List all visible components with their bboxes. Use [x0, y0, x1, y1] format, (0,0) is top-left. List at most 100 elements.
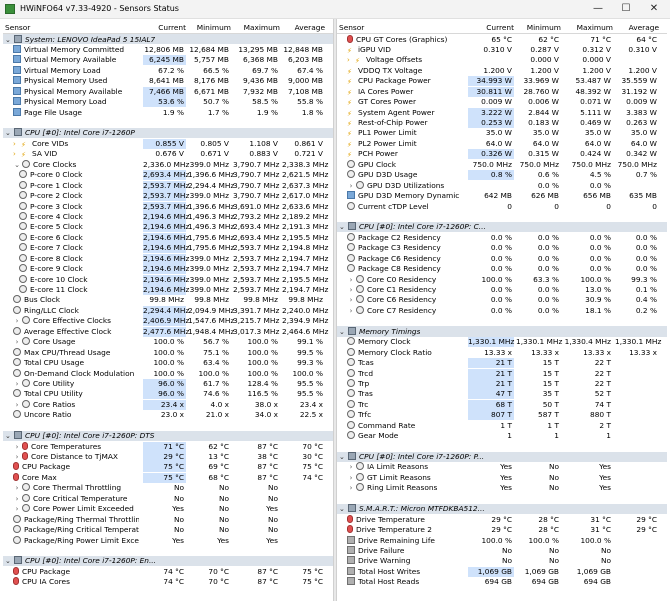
sensor-row[interactable]: P-core 0 Clock 2,693.4 MHz 1,396.6 MHz 3,79…	[3, 170, 333, 181]
header-sensor[interactable]: Sensor	[339, 23, 364, 32]
sensor-row[interactable]: › Core C7 Residency 0.0 % 0.0 % 18.1 % 0.2 %	[337, 305, 667, 315]
sensor-row[interactable]: Tras 47 T 35 T 52 T	[337, 389, 667, 400]
expand-chevron-icon[interactable]: ›	[13, 495, 21, 503]
sensor-row[interactable]: Drive Temperature 2 29 °C 28 °C 31 °C 29 °C	[337, 525, 667, 535]
sensor-row[interactable]: PCH Power 0.326 W 0.315 W 0.424 W 0.342 W	[337, 149, 667, 160]
sensor-row[interactable]: Page File Usage 1.9 % 1.7 % 1.9 % 1.8 %	[3, 107, 333, 117]
header-average[interactable]: Average	[282, 23, 325, 32]
sensor-row[interactable]: Package C8 Residency 0.0 % 0.0 % 0.0 % 0.0 %	[337, 264, 667, 274]
sensor-row[interactable]: › Core Critical Temperature No No No	[3, 493, 333, 503]
sensor-pane-right[interactable]: Sensor Current Minimum Maximum Average C…	[337, 21, 667, 599]
collapse-chevron-icon[interactable]: ⌄	[5, 557, 14, 565]
sensor-row[interactable]: CPU IA Cores 74 °C 70 °C 87 °C 75 °C	[3, 577, 333, 587]
header-sensor[interactable]: Sensor	[5, 23, 30, 32]
sensor-row[interactable]: Drive Failure No No No	[337, 545, 667, 555]
sensor-row[interactable]: Drive Remaining Life 100.0 % 100.0 % 100.0 …	[337, 535, 667, 545]
sensor-row[interactable]: GT Cores Power 0.009 W 0.006 W 0.071 W 0.009…	[337, 97, 667, 107]
sensor-row[interactable]: Command Rate 1 T 1 T 2 T	[337, 420, 667, 430]
sensor-row[interactable]: P-core 3 Clock 2,593.7 MHz 1,396.6 MHz 3,69…	[3, 201, 333, 212]
expand-chevron-icon[interactable]: ›	[13, 338, 21, 346]
expand-chevron-icon[interactable]: ›	[347, 182, 355, 190]
sensor-row[interactable]: › Core Power Limit Exceeded Yes No Yes	[3, 504, 333, 514]
sensor-row[interactable]: CPU Package Power 34.993 W 33.969 W 53.487 …	[337, 76, 667, 87]
sensor-row[interactable]: Ring/LLC Clock 2,294.4 MHz 2,094.9 MHz 3,39…	[3, 305, 333, 316]
sensor-group-header[interactable]: ⌄ S.M.A.R.T.: Micron MTFDKBA512...	[337, 503, 667, 515]
sensor-row[interactable]: Max CPU/Thread Usage 100.0 % 75.1 % 100.0 %…	[3, 347, 333, 357]
sensor-row[interactable]: › Core VIDs 0.855 V 0.805 V 1.108 V 0.861 V	[3, 138, 333, 149]
expand-chevron-icon[interactable]: ›	[347, 286, 355, 294]
sensor-row[interactable]: E-core 7 Clock 2,194.6 MHz 1,795.6 MHz 2,59…	[3, 243, 333, 254]
sensor-group-header[interactable]: ⌄ System: LENOVO IdeaPad 5 15IAL7	[3, 34, 333, 45]
sensor-row[interactable]: Memory Clock Ratio 13.33 x 13.33 x 13.33 x 1…	[337, 347, 667, 357]
sensor-row[interactable]: iGPU VID 0.310 V 0.287 V 0.312 V 0.310 V	[337, 44, 667, 54]
sensor-row[interactable]: Package/Ring Critical Temperature No No No	[3, 525, 333, 535]
sensor-row[interactable]: › Core Utility 96.0 % 61.7 % 128.4 % 95.5 %	[3, 378, 333, 389]
sensor-row[interactable]: E-core 10 Clock 2,194.6 MHz 399.0 MHz 2,593…	[3, 274, 333, 285]
sensor-row[interactable]: Package C2 Residency 0.0 % 0.0 % 0.0 % 0.0 %	[337, 232, 667, 242]
sensor-row[interactable]: Virtual Memory Load 67.2 % 66.5 % 69.7 % 67.…	[3, 65, 333, 75]
sensor-row[interactable]: Trc 68 T 50 T 74 T	[337, 399, 667, 410]
sensor-row[interactable]: Package C6 Residency 0.0 % 0.0 % 0.0 % 0.0 %	[337, 253, 667, 263]
sensor-row[interactable]: VDDQ TX Voltage 1.200 V 1.200 V 1.200 V 1.20…	[337, 65, 667, 75]
sensor-row[interactable]: Trcd 21 T 15 T 22 T	[337, 368, 667, 379]
minimize-button[interactable]: —	[584, 1, 612, 17]
sensor-row[interactable]: On-Demand Clock Modulation 100.0 % 100.0 %…	[3, 368, 333, 378]
expand-chevron-icon[interactable]: ›	[13, 484, 21, 492]
sensor-row[interactable]: Tcas 21 T 15 T 22 T	[337, 358, 667, 369]
sensor-group-header[interactable]: ⌄ Memory Timings	[337, 326, 667, 337]
sensor-row[interactable]: Package/Ring Thermal Throttling No No No	[3, 514, 333, 524]
expand-chevron-icon[interactable]: ›	[13, 453, 21, 461]
expand-chevron-icon[interactable]: ›	[347, 307, 355, 315]
sensor-row[interactable]: P-core 1 Clock 2,593.7 MHz 2,294.4 MHz 3,79…	[3, 180, 333, 191]
sensor-row[interactable]: CPU GT Cores (Graphics) 65 °C 62 °C 71 °C 64…	[337, 34, 667, 44]
sensor-row[interactable]: Gear Mode 1 1 1	[337, 431, 667, 441]
sensor-group-header[interactable]: ⌄ CPU [#0]: Intel Core i7-1260P: P...	[337, 451, 667, 462]
collapse-chevron-icon[interactable]: ⌄	[339, 505, 348, 513]
sensor-row[interactable]: Trp 21 T 15 T 22 T	[337, 378, 667, 389]
header-average[interactable]: Average	[615, 23, 659, 32]
collapse-chevron-icon[interactable]: ⌄	[5, 36, 14, 44]
sensor-row[interactable]: › SA VID 0.676 V 0.671 V 0.883 V 0.721 V	[3, 149, 333, 159]
sensor-group-header[interactable]: ⌄ CPU [#0]: Intel Core i7-1260P	[3, 127, 333, 139]
sensor-row[interactable]: Bus Clock 99.8 MHz 99.8 MHz 99.8 MHz 99.8 MH…	[3, 295, 333, 305]
sensor-row[interactable]: Average Effective Clock 2,477.6 MHz 1,948.…	[3, 326, 333, 337]
sensor-row[interactable]: Package C3 Residency 0.0 % 0.0 % 0.0 % 0.0 %	[337, 243, 667, 253]
sensor-row[interactable]: › Core Effective Clocks 2,406.9 MHz 1,547.6…	[3, 316, 333, 327]
expand-chevron-icon[interactable]: ›	[13, 401, 21, 409]
sensor-row[interactable]: › GT Limit Reasons Yes No Yes	[337, 472, 667, 482]
expand-chevron-icon[interactable]: ›	[13, 150, 21, 158]
sensor-row[interactable]: Uncore Ratio 23.0 x 21.0 x 34.0 x 22.5 x	[3, 410, 333, 420]
sensor-row[interactable]: Physical Memory Available 7,466 MB 6,671 M…	[3, 86, 333, 97]
sensor-group-header[interactable]: ⌄ CPU [#0]: Intel Core i7-1260P: DTS	[3, 430, 333, 442]
collapse-chevron-icon[interactable]: ⌄	[339, 453, 348, 461]
sensor-row[interactable]: PL2 Power Limit 64.0 W 64.0 W 64.0 W 64.0 W	[337, 138, 667, 148]
sensor-row[interactable]: Total Host Reads 694 GB 694 GB 694 GB	[337, 577, 667, 587]
expand-chevron-icon[interactable]: ›	[13, 380, 21, 388]
sensor-row[interactable]: Virtual Memory Committed 12,806 MB 12,684 …	[3, 44, 333, 54]
sensor-row[interactable]: Physical Memory Load 53.6 % 50.7 % 58.5 % 55…	[3, 97, 333, 108]
sensor-row[interactable]: E-core 5 Clock 2,194.6 MHz 1,496.3 MHz 2,69…	[3, 222, 333, 233]
close-button[interactable]: ✕	[640, 1, 668, 17]
sensor-row[interactable]: CPU Package 74 °C 70 °C 87 °C 75 °C	[3, 566, 333, 576]
sensor-row[interactable]: System Agent Power 3.222 W 2.844 W 5.111 W 3…	[337, 107, 667, 118]
sensor-row[interactable]: E-core 8 Clock 2,194.6 MHz 399.0 MHz 2,593.…	[3, 253, 333, 264]
sensor-row[interactable]: › Core Distance to TjMAX 29 °C 13 °C 38 °C 30…	[3, 452, 333, 462]
sensor-row[interactable]: GPU Clock 750.0 MHz 750.0 MHz 750.0 MHz 750.…	[337, 159, 667, 169]
sensor-row[interactable]: Memory Clock 1,330.1 MHz 1,330.1 MHz 1,330.…	[337, 337, 667, 348]
sensor-row[interactable]: › Core C1 Residency 0.0 % 0.0 % 13.0 % 0.1 %	[337, 285, 667, 295]
sensor-row[interactable]: Package/Ring Power Limit Exceeded Yes Yes Y…	[3, 535, 333, 545]
sensor-row[interactable]: › Core Temperatures 71 °C 62 °C 87 °C 70 °C	[3, 441, 333, 452]
sensor-row[interactable]: Drive Temperature 29 °C 28 °C 31 °C 29 °C	[337, 514, 667, 524]
sensor-row[interactable]: IA Cores Power 30.811 W 28.760 W 48.392 W 31…	[337, 86, 667, 97]
sensor-row[interactable]: E-core 9 Clock 2,194.6 MHz 399.0 MHz 2,593.…	[3, 264, 333, 275]
expand-chevron-icon[interactable]: ›	[13, 443, 21, 451]
sensor-row[interactable]: Drive Warning No No No	[337, 556, 667, 566]
header-minimum[interactable]: Minimum	[188, 23, 231, 32]
expand-chevron-icon[interactable]: ›	[13, 140, 21, 148]
header-current[interactable]: Current	[468, 23, 514, 32]
sensor-pane-left[interactable]: Sensor Current Minimum Maximum Average ⌄…	[3, 21, 333, 599]
expand-chevron-icon[interactable]: ⌄	[13, 161, 21, 169]
header-minimum[interactable]: Minimum	[516, 23, 561, 32]
collapse-chevron-icon[interactable]: ⌄	[339, 223, 348, 231]
expand-chevron-icon[interactable]: ›	[347, 463, 355, 471]
